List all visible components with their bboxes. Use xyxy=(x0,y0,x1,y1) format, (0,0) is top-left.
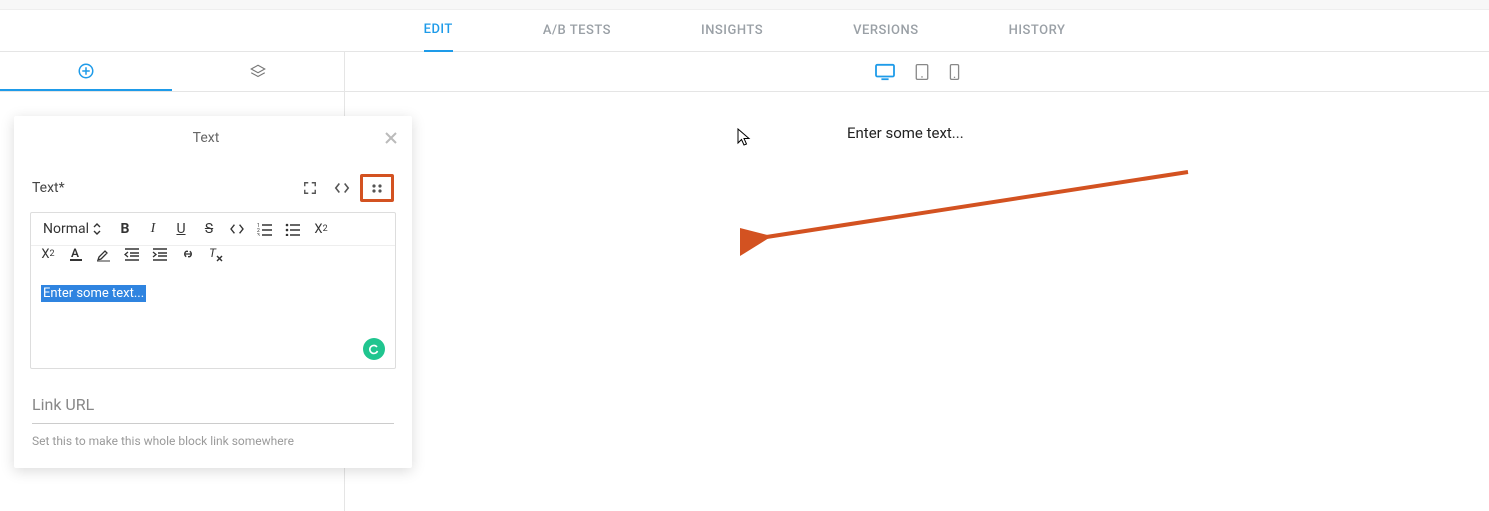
indent-icon xyxy=(152,247,168,261)
tab-history[interactable]: HISTORY xyxy=(1009,10,1066,52)
outdent-icon xyxy=(124,247,140,261)
editor-textarea[interactable]: Enter some text... xyxy=(31,268,395,368)
tab-versions[interactable]: VERSIONS xyxy=(853,10,919,52)
ordered-list-icon: 123 xyxy=(257,222,273,236)
grammarly-badge[interactable] xyxy=(363,338,385,360)
tablet-icon xyxy=(914,63,930,81)
binding-button[interactable] xyxy=(360,174,394,202)
field-label: Text* xyxy=(32,180,292,196)
link-button[interactable] xyxy=(179,247,197,261)
code-button[interactable] xyxy=(328,176,356,200)
highlight-color-button[interactable] xyxy=(95,246,113,262)
fullscreen-button[interactable] xyxy=(296,176,324,200)
linkurl-help: Set this to make this whole block link s… xyxy=(32,434,394,448)
panel-close-button[interactable] xyxy=(384,131,398,145)
close-icon xyxy=(384,131,398,145)
select-caret-icon xyxy=(92,223,102,235)
codeblock-icon xyxy=(229,223,245,235)
codeblock-button[interactable] xyxy=(228,219,246,239)
text-edit-panel: Text Text* Normal B I U S xyxy=(14,116,412,468)
strike-button[interactable]: S xyxy=(200,219,218,239)
device-bar xyxy=(345,52,1489,92)
layers-icon xyxy=(249,63,267,81)
rich-text-editor: Normal B I U S 123 X2 X2 A xyxy=(30,212,396,369)
dots-icon xyxy=(369,182,385,194)
add-tab[interactable] xyxy=(0,52,172,91)
format-select[interactable]: Normal xyxy=(39,219,106,239)
clear-format-button[interactable]: T xyxy=(207,246,225,262)
panel-title: Text xyxy=(28,130,384,146)
linkurl-label: Link URL xyxy=(32,395,394,416)
ordered-list-button[interactable]: 123 xyxy=(256,219,274,239)
bold-button[interactable]: B xyxy=(116,219,134,239)
tab-insights[interactable]: INSIGHTS xyxy=(701,10,763,52)
svg-text:A: A xyxy=(71,246,79,260)
desktop-icon xyxy=(874,63,896,81)
text-color-icon: A xyxy=(69,246,83,262)
tab-abtests[interactable]: A/B TESTS xyxy=(543,10,611,52)
superscript-button[interactable]: X2 xyxy=(39,247,57,262)
device-desktop[interactable] xyxy=(874,63,896,81)
device-tablet[interactable] xyxy=(914,63,930,81)
tab-edit[interactable]: EDIT xyxy=(424,10,453,52)
fullscreen-icon xyxy=(303,181,317,195)
mobile-icon xyxy=(948,63,961,81)
linkurl-input[interactable] xyxy=(32,416,394,424)
plus-circle-icon xyxy=(77,62,95,80)
grammarly-icon xyxy=(368,343,380,355)
indent-button[interactable] xyxy=(151,247,169,261)
unordered-list-button[interactable] xyxy=(284,219,302,239)
clear-format-icon: T xyxy=(208,246,224,262)
format-select-label: Normal xyxy=(43,221,89,237)
canvas-placeholder-text[interactable]: Enter some text... xyxy=(847,124,964,142)
subscript-button[interactable]: X2 xyxy=(312,219,330,239)
main-tabs: EDIT A/B TESTS INSIGHTS VERSIONS HISTORY xyxy=(0,10,1489,52)
device-mobile[interactable] xyxy=(948,63,961,81)
canvas-area: Enter some text... xyxy=(345,52,1489,511)
highlight-icon xyxy=(96,246,112,262)
underline-button[interactable]: U xyxy=(172,219,190,239)
italic-button[interactable]: I xyxy=(144,219,162,239)
code-icon xyxy=(334,181,350,195)
unordered-list-icon xyxy=(285,222,301,236)
cursor-icon xyxy=(737,128,753,148)
text-color-button[interactable]: A xyxy=(67,246,85,262)
link-icon xyxy=(180,247,196,261)
layers-tab[interactable] xyxy=(172,52,344,91)
svg-text:T: T xyxy=(209,246,217,260)
svg-text:3: 3 xyxy=(257,233,260,236)
editor-selected-text: Enter some text... xyxy=(41,285,146,302)
annotation-arrow xyxy=(740,152,1200,262)
outdent-button[interactable] xyxy=(123,247,141,261)
